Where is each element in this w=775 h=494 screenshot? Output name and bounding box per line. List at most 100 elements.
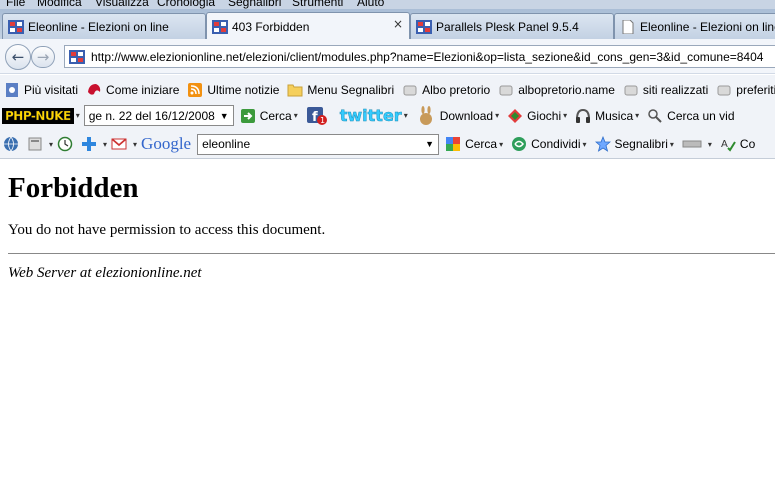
download-button[interactable]: Download ▾ (416, 105, 500, 126)
url-text: http://www.elezionionline.net/elezioni/c… (91, 49, 764, 64)
bookmark-siti-realizzati[interactable]: siti realizzati (623, 82, 708, 98)
segnalibri-button[interactable]: Segnalibri ▾ (594, 136, 674, 152)
eleonline-favicon-icon (8, 19, 24, 34)
election-select[interactable]: ge n. 22 del 16/12/2008 ▼ (83, 105, 234, 126)
navigation-bar: ← → http://www.elezionionline.net/elezio… (0, 39, 775, 74)
gmail-button[interactable]: ▾ (111, 136, 137, 152)
giochi-button[interactable]: Giochi ▾ (507, 108, 567, 124)
page-menu-button[interactable]: ▾ (27, 136, 53, 152)
bookmark-albo-pretorio[interactable]: Albo pretorio (402, 82, 490, 98)
chevron-down-icon: ▾ (707, 139, 712, 149)
menu-strumenti[interactable]: Strumenti (292, 0, 343, 9)
page-grey-icon (499, 85, 513, 95)
google-search-input[interactable]: eleonline ▼ (197, 133, 440, 155)
musica-button[interactable]: Musica ▾ (575, 108, 639, 124)
forward-arrow-icon: → (36, 48, 50, 66)
condividi-label: Condividi (531, 137, 581, 151)
svg-text:A: A (721, 139, 728, 150)
menu-file[interactable]: File (6, 0, 25, 9)
svg-text:1: 1 (320, 116, 325, 125)
tab-label: Eleonline - Elezioni on line (28, 19, 169, 34)
eleonline-favicon-icon (212, 19, 228, 34)
tab-403-forbidden[interactable]: 403 Forbidden × (206, 12, 410, 40)
svg-text:f: f (312, 110, 318, 125)
condividi-button[interactable]: Condividi ▾ (511, 136, 587, 152)
games-icon (508, 108, 523, 123)
bookmark-preferiti[interactable]: preferiti i (716, 82, 775, 98)
clock-icon (57, 136, 73, 152)
share-icon (512, 137, 527, 151)
bookmark-label: albopretorio.name (518, 82, 615, 97)
menu-visualizza[interactable]: Visualizza (95, 0, 149, 9)
tab-eleonline-2[interactable]: Eleonline - Elezioni on line (614, 13, 775, 39)
phpnuke-toolbar: PHP-NUKE ▾ ge n. 22 del 16/12/2008 ▼ Cer… (0, 101, 775, 130)
bookmark-label: Menu Segnalibri (307, 82, 395, 97)
frequent-icon (6, 82, 18, 97)
clock-button[interactable] (57, 136, 77, 152)
divider (8, 253, 775, 254)
bookmark-label: Ultime notizie (207, 82, 280, 97)
tab-plesk[interactable]: Parallels Plesk Panel 9.5.4 (410, 13, 614, 39)
facebook-button[interactable]: f1 (306, 106, 332, 126)
globe-button[interactable] (3, 136, 23, 152)
phpnuke-logo: PHP-NUKE (2, 107, 74, 124)
twitter-logo: twitter (339, 106, 402, 126)
go-arrow-icon (240, 108, 255, 123)
bookmark-albopretorio-name[interactable]: albopretorio.name (498, 82, 615, 98)
page-icon (622, 19, 634, 34)
bookmark-label: Albo pretorio (422, 82, 491, 97)
search-value: eleonline (202, 137, 251, 151)
server-signature: Web Server at elezionionline.net (8, 265, 202, 281)
phpnuke-logo-button[interactable]: PHP-NUKE ▾ (2, 107, 80, 124)
bookmark-come-iniziare[interactable]: Come iniziare (86, 82, 179, 98)
back-arrow-icon: ← (11, 48, 25, 66)
back-button[interactable]: ← (5, 44, 31, 70)
bookmark-label: Più visitati (24, 82, 79, 97)
page-content: Forbidden You do not have permission to … (0, 160, 775, 494)
bookmark-menu-segnalibri[interactable]: Menu Segnalibri (287, 82, 394, 98)
bookmark-ultime-notizie[interactable]: Ultime notizie (187, 82, 279, 98)
cerca-video-button[interactable]: Cerca un vid (647, 108, 735, 124)
page-grey-icon (403, 85, 417, 95)
chevron-down-icon: ▾ (75, 111, 80, 120)
twitter-button[interactable]: twitter ▾ (339, 106, 407, 126)
page-icon (28, 137, 42, 151)
google-logo[interactable]: Google (141, 134, 191, 154)
musica-label: Musica (595, 108, 634, 123)
menu-aiuto[interactable]: Aiuto (357, 0, 384, 9)
bookmark-piu-visitati[interactable]: Più visitati (4, 82, 78, 98)
chevron-down-icon: ▾ (499, 139, 504, 149)
close-tab-icon[interactable]: × (393, 17, 403, 31)
menu-segnalibri[interactable]: Segnalibri (228, 0, 281, 9)
google-wordmark: Google (141, 134, 192, 153)
cerca-button[interactable]: Cerca ▾ (240, 108, 298, 124)
menu-modifica[interactable]: Modifica (37, 0, 82, 9)
chevron-down-icon: ▾ (133, 139, 138, 149)
plus-button[interactable]: ▾ (81, 136, 107, 152)
menu-cronologia[interactable]: Cronologia (157, 0, 215, 9)
pagerank-button[interactable]: ▾ (682, 136, 712, 152)
bookmarks-toolbar: Più visitati Come iniziare Ultime notizi… (0, 75, 775, 104)
address-bar[interactable]: http://www.elezionionline.net/elezioni/c… (64, 45, 775, 68)
bookmark-label: preferiti i (736, 82, 775, 97)
menu-bar: File Modifica Visualizza Cronologia Segn… (0, 0, 775, 9)
download-label: Download (439, 108, 494, 123)
error-message: You do not have permission to access thi… (8, 222, 326, 238)
google-cerca-button[interactable]: Cerca ▾ (445, 136, 503, 152)
facebook-icon: f1 (306, 106, 327, 125)
headphones-icon (576, 108, 591, 123)
chevron-down-icon: ▾ (495, 111, 500, 120)
tab-label: Parallels Plesk Panel 9.5.4 (436, 19, 579, 34)
spellcheck-button[interactable]: A Co (720, 136, 755, 152)
segnalibri-label: Segnalibri (614, 137, 668, 151)
bookmark-label: siti realizzati (642, 82, 709, 97)
chevron-down-icon: ▾ (669, 139, 674, 149)
forward-button[interactable]: → (31, 46, 55, 68)
tab-eleonline-1[interactable]: Eleonline - Elezioni on line (2, 13, 206, 39)
rabbit-icon (419, 105, 432, 125)
cerca-label: Cerca (259, 108, 292, 123)
chevron-down-icon: ▾ (49, 139, 54, 149)
bookmark-label: Come iniziare (106, 82, 180, 97)
pagerank-bar-icon (682, 140, 702, 148)
chevron-down-icon: ▾ (582, 139, 587, 149)
